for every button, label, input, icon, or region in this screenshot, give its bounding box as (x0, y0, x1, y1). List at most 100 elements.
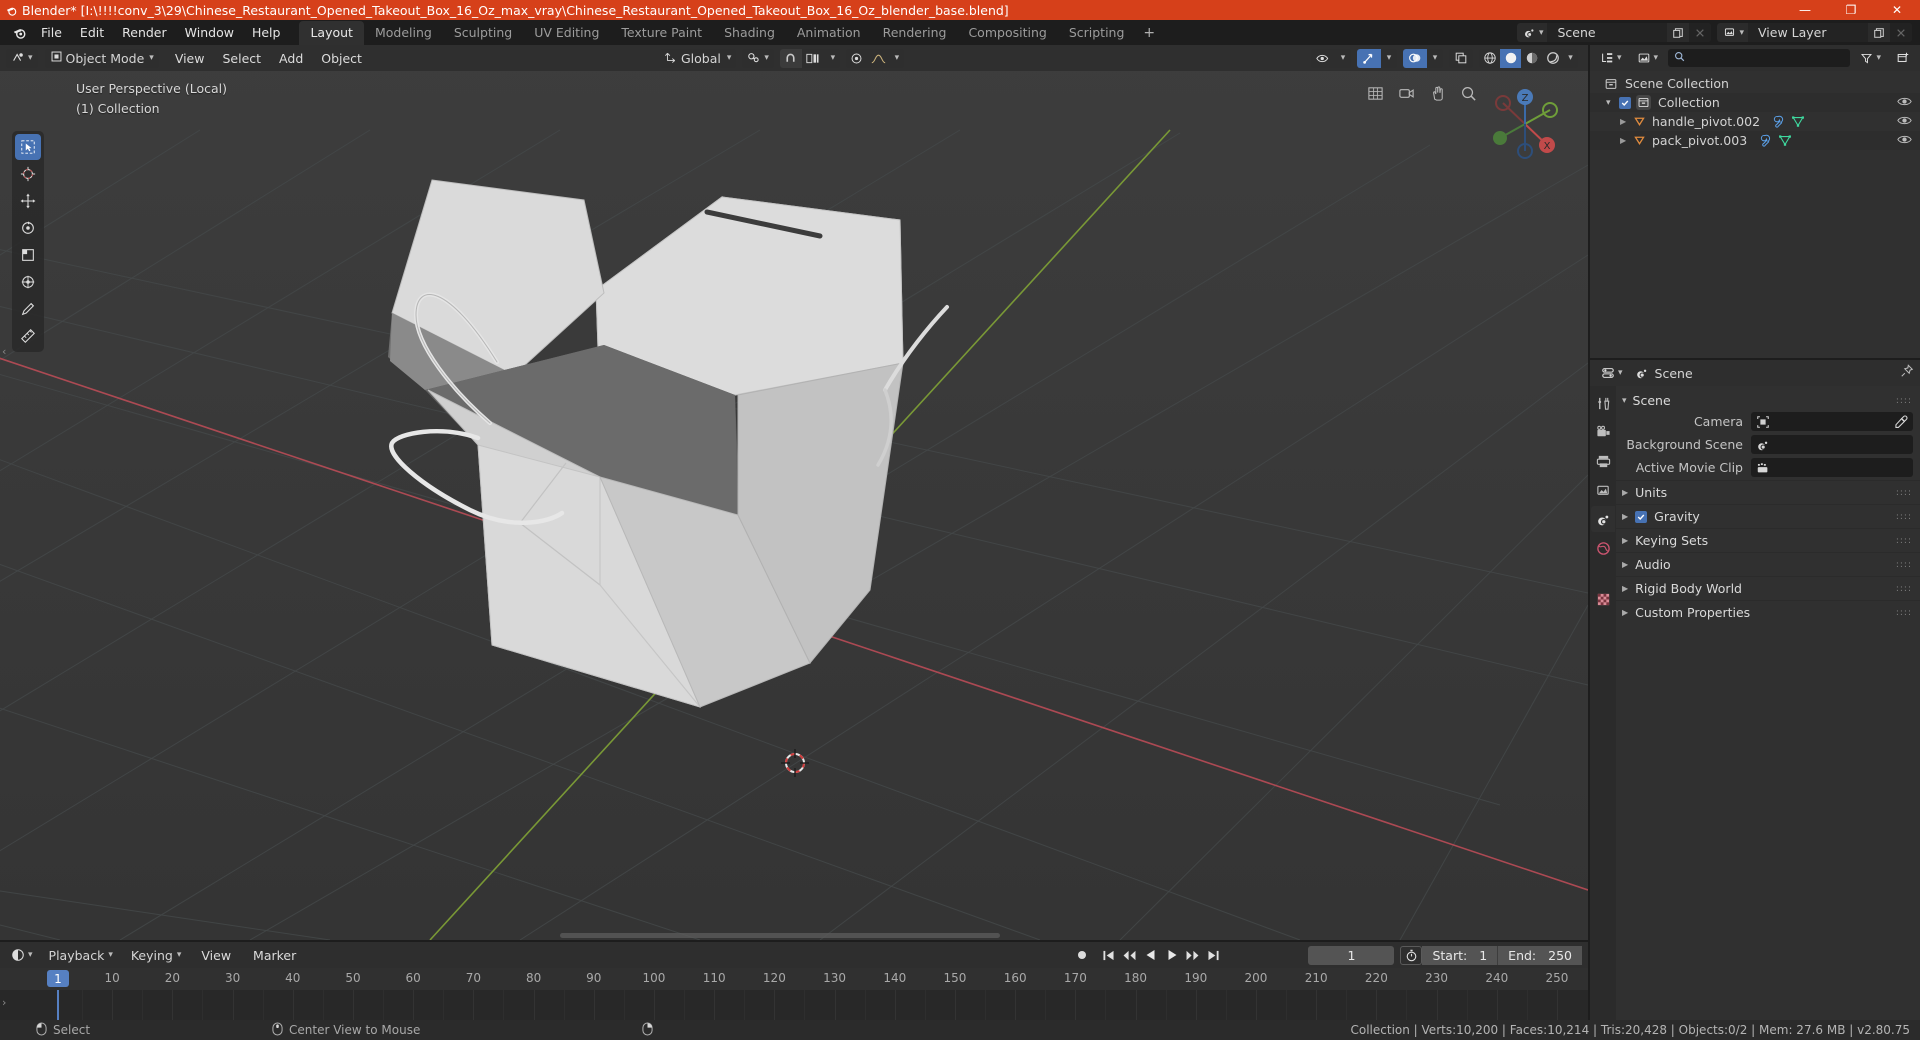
editor-type-3dview-icon[interactable]: ▾ (6, 48, 38, 68)
timeline-editor[interactable]: ▾ Playback ▾ Keying ▾ View Marker 1 Star… (0, 942, 1588, 1020)
tab-layout[interactable]: Layout (299, 20, 364, 45)
transform-orientation-selector[interactable]: Global ▾ (660, 48, 737, 68)
tab-animation[interactable]: Animation (786, 21, 872, 45)
tool-tab[interactable] (1591, 390, 1615, 416)
tab-compositing[interactable]: Compositing (957, 21, 1057, 45)
menu-edit[interactable]: Edit (71, 23, 113, 43)
record-icon[interactable] (1071, 945, 1093, 965)
3d-viewport[interactable]: ▾ Object Mode ▾ View Select Add Object G… (0, 45, 1588, 940)
viewport-canvas[interactable] (0, 45, 1588, 940)
transform-tool[interactable] (15, 269, 41, 295)
select-box-tool[interactable] (15, 134, 41, 160)
view-layer-icon[interactable]: ▾ (1717, 23, 1748, 42)
shading-wireframe-icon[interactable] (1479, 49, 1500, 68)
camera-view-icon[interactable] (1396, 83, 1416, 103)
minimize-button[interactable]: — (1782, 0, 1828, 20)
menu-file[interactable]: File (32, 23, 71, 43)
timeline-track[interactable] (0, 990, 1588, 1020)
eye-icon[interactable] (1897, 95, 1912, 111)
overlays-dropdown-icon[interactable]: ▾ (1427, 49, 1443, 68)
custom-properties-section[interactable]: ▶ Custom Properties :::: (1616, 600, 1920, 624)
jump-to-end-icon[interactable] (1203, 946, 1224, 965)
play-icon[interactable] (1161, 946, 1182, 965)
object-visibility-controls[interactable]: ▾ (1311, 48, 1351, 68)
funnel-icon[interactable]: ▾ (1855, 48, 1886, 68)
eye-icon[interactable] (1897, 114, 1912, 130)
tab-scripting[interactable]: Scripting (1058, 21, 1136, 45)
timeline-menu-marker[interactable]: Marker (244, 946, 305, 965)
gizmo-controls[interactable]: ▾ (1357, 48, 1397, 68)
tab-rendering[interactable]: Rendering (872, 21, 958, 45)
play-reverse-icon[interactable] (1140, 946, 1161, 965)
properties-editor-icon[interactable]: ▾ (1596, 363, 1628, 383)
object-mode-selector[interactable]: Object Mode ▾ (44, 48, 159, 68)
proportional-edit-icon[interactable] (846, 49, 868, 68)
tab-shading[interactable]: Shading (713, 21, 786, 45)
smooth-falloff-icon[interactable] (868, 49, 890, 68)
timeline-menu-playback[interactable]: Playback ▾ (41, 945, 120, 965)
menu-help[interactable]: Help (243, 23, 290, 43)
disclosure-triangle-icon[interactable]: ▾ (1622, 396, 1627, 406)
eye-icon[interactable] (1897, 133, 1912, 149)
view-layer-name-field[interactable]: View Layer (1748, 23, 1868, 42)
view-layer-tab[interactable] (1591, 477, 1615, 503)
view-layer-selector[interactable]: ▾ View Layer (1717, 23, 1912, 42)
render-tab[interactable] (1591, 419, 1615, 445)
viewport-menu-add[interactable]: Add (270, 49, 312, 68)
mesh-data-icon[interactable] (1791, 115, 1805, 128)
eyedropper-icon[interactable] (1894, 415, 1908, 429)
scene-tab[interactable] (1591, 506, 1615, 532)
move-tool[interactable] (15, 188, 41, 214)
tab-texture-paint[interactable]: Texture Paint (610, 21, 713, 45)
pivot-point-selector[interactable]: ▾ (742, 48, 774, 68)
frame-start-field[interactable]: Start: 1 (1422, 945, 1498, 965)
timeline-playhead-badge[interactable]: 1 (47, 970, 69, 987)
outliner-editor[interactable]: ▾ ▾ ▾ Scene Collection ▾ Collection ▶ ha… (1590, 45, 1920, 358)
shading-dropdown-icon[interactable]: ▾ (1563, 49, 1578, 68)
frame-end-field[interactable]: End: 250 (1497, 945, 1582, 965)
units-section[interactable]: ▶ Units :::: (1616, 480, 1920, 504)
gizmo-icon[interactable] (1357, 48, 1381, 68)
new-view-layer-button[interactable] (1868, 23, 1890, 42)
menu-render[interactable]: Render (113, 23, 176, 43)
new-collection-icon[interactable] (1891, 48, 1915, 68)
unlink-scene-button[interactable] (1689, 23, 1712, 42)
disclosure-triangle-icon[interactable]: ▶ (1620, 136, 1633, 145)
move-view-icon[interactable] (1427, 83, 1447, 103)
keying-sets-section[interactable]: ▶ Keying Sets :::: (1616, 528, 1920, 552)
overlays-icon[interactable] (1403, 48, 1427, 68)
active-movie-clip-field[interactable] (1751, 458, 1913, 477)
snap-increment-icon[interactable] (802, 49, 826, 68)
add-workspace-button[interactable]: + (1135, 22, 1163, 44)
navigation-gizmo[interactable]: X Z (1484, 83, 1566, 165)
gravity-checkbox[interactable] (1635, 510, 1648, 523)
scene-selector[interactable]: ▾ Scene (1516, 23, 1712, 42)
cursor-tool[interactable] (15, 161, 41, 187)
disclosure-triangle-icon[interactable]: ▶ (1622, 584, 1628, 593)
filter-id-icon[interactable]: ▾ (1631, 48, 1664, 68)
maximize-button[interactable]: ❐ (1828, 0, 1874, 20)
tab-sculpting[interactable]: Sculpting (443, 21, 523, 45)
viewport-menu-select[interactable]: Select (213, 49, 270, 68)
object-visibility-icon[interactable] (1311, 49, 1335, 68)
close-button[interactable]: ✕ (1874, 0, 1920, 20)
gizmo-dropdown-icon[interactable]: ▾ (1381, 49, 1397, 68)
rigid-body-world-section[interactable]: ▶ Rigid Body World :::: (1616, 576, 1920, 600)
viewport-menu-object[interactable]: Object (312, 49, 371, 68)
scale-tool[interactable] (15, 242, 41, 268)
outliner-row-pack-pivot[interactable]: ▶ pack_pivot.003 (1590, 131, 1920, 150)
disclosure-triangle-icon[interactable]: ▶ (1622, 512, 1628, 521)
visibility-dropdown-icon[interactable]: ▾ (1335, 49, 1351, 68)
world-tab[interactable] (1591, 535, 1615, 561)
xray-icon[interactable] (1449, 48, 1473, 68)
magnet-icon[interactable] (779, 48, 802, 68)
blender-logo-icon[interactable] (6, 25, 32, 40)
shading-material-preview-icon[interactable] (1521, 49, 1542, 68)
new-scene-button[interactable] (1667, 23, 1690, 42)
menu-window[interactable]: Window (176, 23, 243, 43)
pin-icon[interactable] (1900, 364, 1914, 382)
falloff-dropdown-icon[interactable]: ▾ (890, 49, 904, 68)
stopwatch-icon[interactable] (1400, 945, 1423, 965)
outliner-row-handle-pivot[interactable]: ▶ handle_pivot.002 (1590, 112, 1920, 131)
collection-checkbox[interactable] (1619, 96, 1631, 109)
